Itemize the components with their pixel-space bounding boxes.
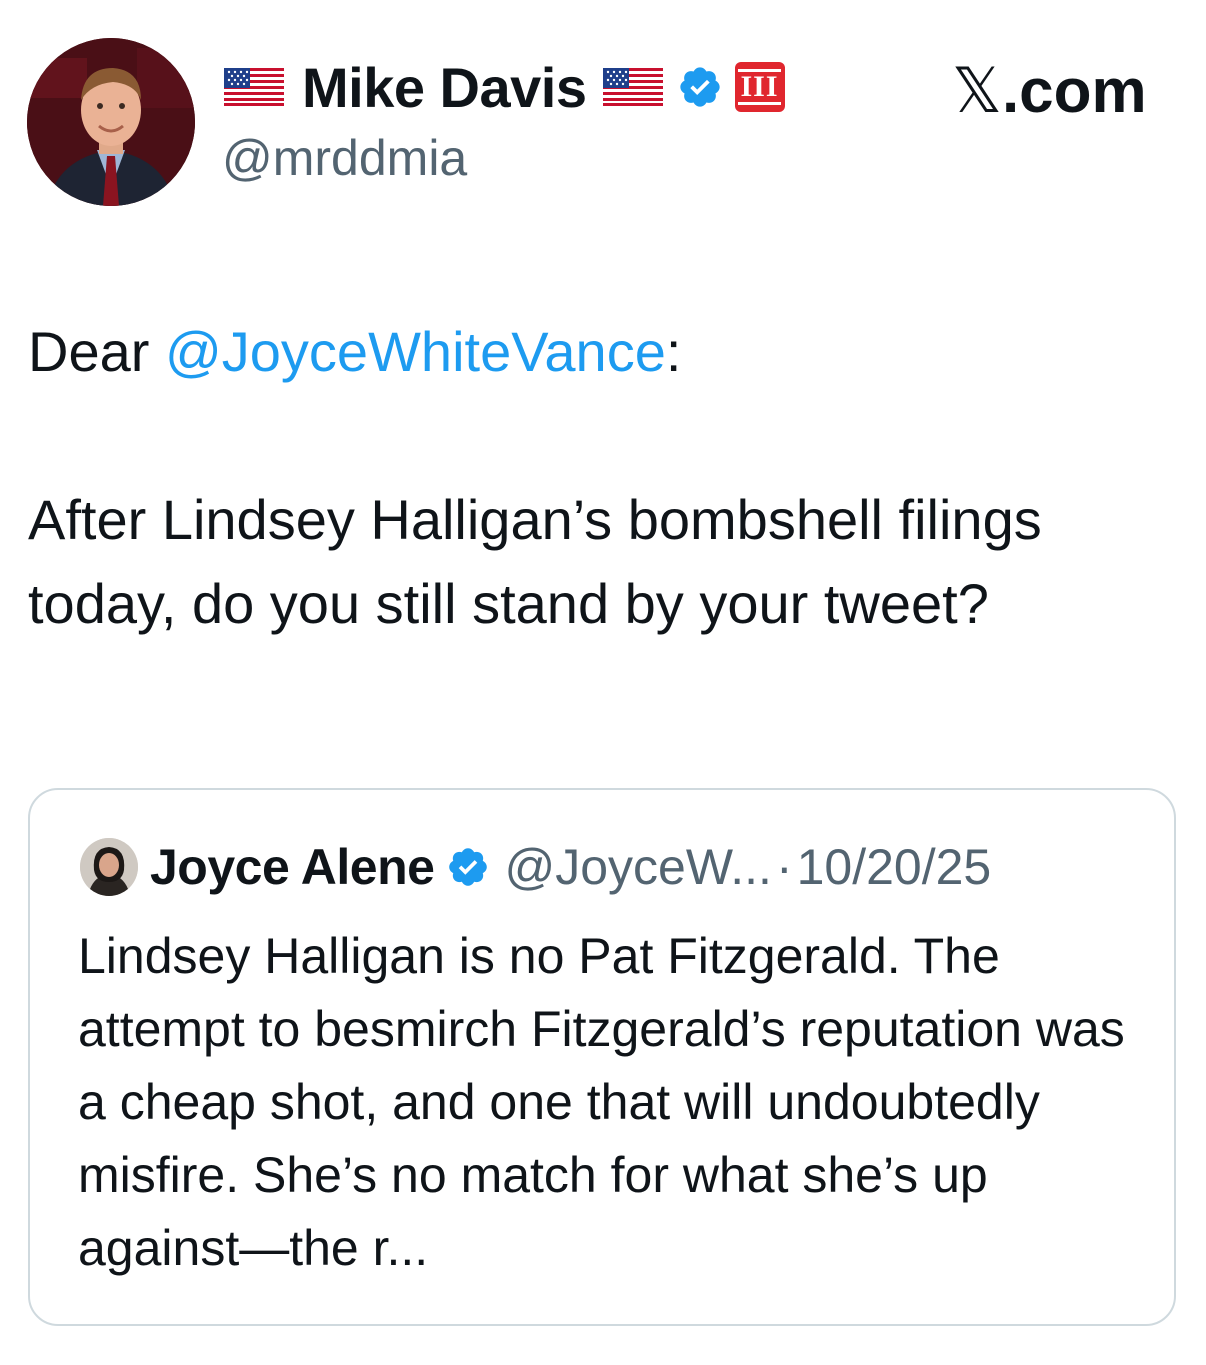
us-flag-icon xyxy=(224,68,284,106)
author-avatar[interactable] xyxy=(27,38,195,206)
mention-link[interactable]: @JoyceWhiteVance xyxy=(165,320,666,383)
tweet-main-text: After Lindsey Halligan’s bombshell filin… xyxy=(28,488,1042,635)
roman-numeral-badge-icon: III xyxy=(734,62,785,112)
greeting-prefix: Dear xyxy=(28,320,165,383)
author-display-name[interactable]: Mike Davis xyxy=(302,55,587,120)
separator-dot: · xyxy=(775,839,793,895)
quoted-author-handle[interactable]: @JoyceW... xyxy=(504,838,771,896)
quoted-tweet-date[interactable]: 10/20/25 xyxy=(797,838,992,896)
x-logo-icon: 𝕏 xyxy=(952,54,1002,127)
brand-suffix: .com xyxy=(1001,57,1147,126)
author-name-row: Mike Davis III xyxy=(224,55,785,119)
verified-badge-icon[interactable] xyxy=(677,64,723,110)
author-avatar-image xyxy=(27,38,195,206)
verified-badge-icon[interactable] xyxy=(446,845,490,889)
tweet-greeting: Dear @JoyceWhiteVance: xyxy=(28,310,1178,394)
x-brand-label: 𝕏.com xyxy=(952,56,1147,127)
quoted-tweet-card[interactable]: Joyce Alene @JoyceW... · 10/20/25 Lindse… xyxy=(28,788,1176,1326)
greeting-suffix: : xyxy=(665,320,682,383)
us-flag-icon xyxy=(602,68,663,106)
quoted-author-name[interactable]: Joyce Alene xyxy=(150,838,435,896)
author-handle[interactable]: @mrddmia xyxy=(222,130,467,186)
tweet-body: Dear @JoyceWhiteVance: After Lindsey Hal… xyxy=(28,310,1178,646)
quoted-tweet-text: Lindsey Halligan is no Pat Fitzgerald. T… xyxy=(78,928,1125,1276)
quoted-author-avatar[interactable] xyxy=(80,838,138,896)
quoted-tweet-header: Joyce Alene @JoyceW... · 10/20/25 xyxy=(80,836,991,898)
